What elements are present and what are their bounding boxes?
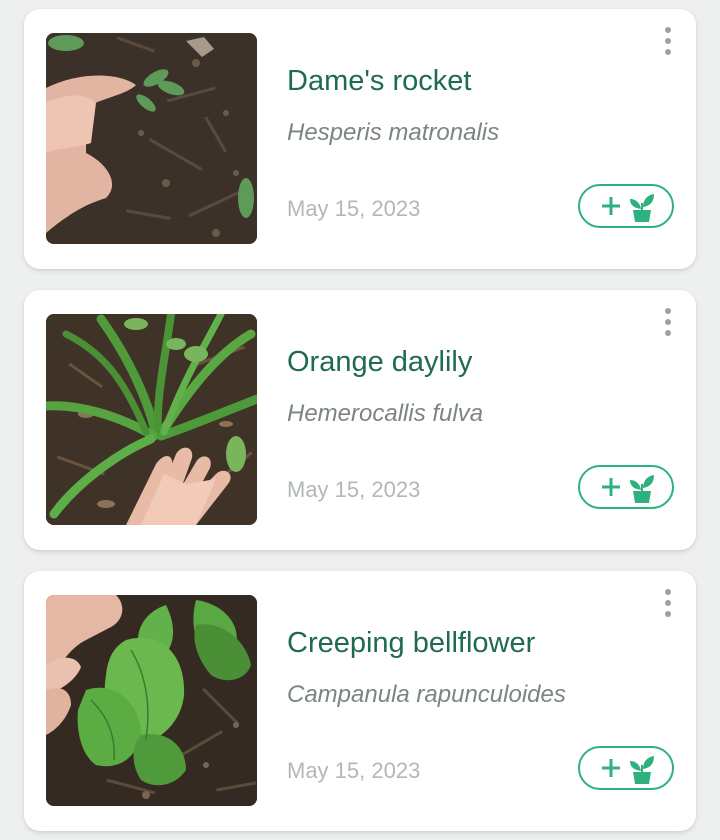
observation-date: May 15, 2023	[287, 196, 421, 221]
more-options-button[interactable]	[652, 304, 684, 340]
plant-common-name: Dame's rocket	[287, 65, 472, 97]
plant-scientific-name: Campanula rapunculoides	[287, 681, 566, 708]
plant-photo[interactable]	[46, 314, 257, 525]
plant-photo[interactable]	[46, 33, 257, 244]
add-to-garden-button[interactable]	[578, 184, 674, 228]
more-vertical-icon	[665, 27, 671, 33]
potted-plant-icon	[630, 475, 654, 503]
plant-scientific-name: Hemerocallis fulva	[287, 400, 484, 427]
plant-common-name: Creeping bellflower	[287, 627, 536, 659]
plant-card[interactable]: Dame's rocket Hesperis matronalis May 15…	[24, 9, 696, 269]
plus-icon	[602, 478, 620, 496]
plus-icon	[602, 759, 620, 777]
more-vertical-icon	[665, 308, 671, 314]
potted-plant-icon	[630, 194, 654, 222]
observation-date: May 15, 2023	[287, 477, 421, 502]
more-vertical-icon	[665, 589, 671, 595]
potted-plant-icon	[630, 756, 654, 784]
plus-icon	[602, 197, 620, 215]
plant-common-name: Orange daylily	[287, 346, 473, 378]
add-to-garden-button[interactable]	[578, 746, 674, 790]
plant-scientific-name: Hesperis matronalis	[287, 119, 500, 146]
plant-history-list: Dame's rocket Hesperis matronalis May 15…	[0, 0, 720, 840]
observation-date: May 15, 2023	[287, 758, 421, 783]
plant-photo[interactable]	[46, 595, 257, 806]
more-options-button[interactable]	[652, 585, 684, 621]
plant-card[interactable]: Creeping bellflower Campanula rapunculoi…	[24, 571, 696, 831]
more-options-button[interactable]	[652, 23, 684, 59]
plant-card[interactable]: Orange daylily Hemerocallis fulva May 15…	[24, 290, 696, 550]
add-to-garden-button[interactable]	[578, 465, 674, 509]
